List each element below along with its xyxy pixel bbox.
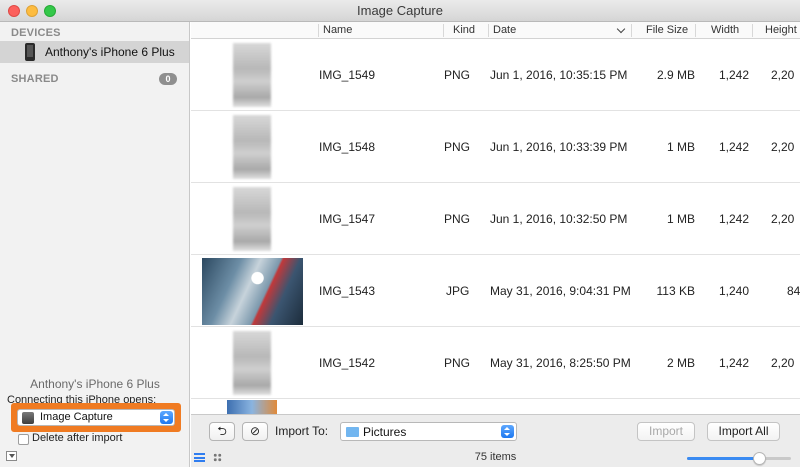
row-width: 1,242: [718, 68, 749, 82]
image-thumbnail: [233, 115, 271, 179]
row-height: 2,20: [771, 212, 795, 226]
column-header-date[interactable]: Date: [493, 24, 516, 36]
table-row[interactable]: [191, 400, 800, 414]
column-header-kind[interactable]: Kind: [453, 24, 475, 36]
row-name: IMG_1543: [319, 284, 376, 298]
table-row[interactable]: IMG_1547 PNG Jun 1, 2016, 10:32:50 PM 1 …: [191, 183, 800, 255]
row-date: Jun 1, 2016, 10:35:15 PM: [490, 68, 628, 82]
row-kind: PNG: [444, 68, 471, 82]
title-bar: Image Capture: [0, 0, 800, 22]
window-title: Image Capture: [357, 3, 443, 18]
table-row[interactable]: IMG_1549 PNG Jun 1, 2016, 10:35:15 PM 2.…: [191, 39, 800, 111]
shared-count-badge: 0: [159, 73, 177, 85]
sidebar: DEVICES Anthony's iPhone 6 Plus SHARED 0…: [0, 22, 190, 467]
sort-descending-icon: [616, 24, 626, 34]
row-width: 1,242: [718, 356, 749, 370]
column-header-height[interactable]: Height: [765, 24, 797, 36]
connect-app-select[interactable]: Image Capture: [17, 409, 175, 426]
row-kind: PNG: [444, 140, 471, 154]
image-capture-window: Image Capture DEVICES Anthony's iPhone 6…: [0, 0, 800, 467]
iphone-icon: [25, 43, 35, 61]
sidebar-device-name: Anthony's iPhone 6 Plus: [45, 45, 175, 59]
delete-after-import-label[interactable]: Delete after import: [32, 432, 122, 444]
table-row[interactable]: IMG_1542 PNG May 31, 2016, 8:25:50 PM 2 …: [191, 327, 800, 399]
row-name: IMG_1548: [319, 140, 376, 154]
image-table: Name Kind Date File Size Width Height IM…: [191, 22, 800, 414]
image-thumbnail: [233, 187, 271, 251]
row-height: 84: [787, 284, 800, 298]
row-height: 2,20: [771, 140, 795, 154]
row-kind: PNG: [444, 212, 471, 226]
row-size: 113 KB: [656, 284, 695, 298]
table-row[interactable]: IMG_1548 PNG Jun 1, 2016, 10:33:39 PM 1 …: [191, 111, 800, 183]
popup-stepper-icon: [501, 425, 514, 438]
import-destination-value: Pictures: [363, 425, 407, 439]
row-name: IMG_1547: [319, 212, 376, 226]
row-date: May 31, 2016, 8:25:50 PM: [490, 356, 631, 370]
popup-stepper-icon: [160, 411, 173, 424]
folder-icon: [346, 427, 359, 437]
table-header: Name Kind Date File Size Width Height: [191, 22, 800, 39]
device-options-button[interactable]: [6, 451, 17, 461]
selected-device-title: Anthony's iPhone 6 Plus: [30, 377, 160, 391]
row-width: 1,242: [718, 212, 749, 226]
column-header-name[interactable]: Name: [323, 24, 352, 36]
bottom-toolbar: ⮌ ⊘ Import To: Pictures Import Import Al…: [191, 414, 800, 467]
row-width: 1,240: [718, 284, 749, 298]
row-date: May 31, 2016, 9:04:31 PM: [490, 284, 631, 298]
row-size: 1 MB: [666, 140, 695, 154]
image-thumbnail: [202, 258, 303, 325]
row-size: 2 MB: [666, 356, 695, 370]
row-kind: PNG: [444, 356, 471, 370]
import-destination-select[interactable]: Pictures: [340, 422, 517, 441]
row-size: 2.9 MB: [656, 68, 695, 82]
no-entry-icon: ⊘: [249, 424, 261, 438]
slider-fill: [687, 457, 760, 460]
row-size: 1 MB: [666, 212, 695, 226]
image-thumbnail: [233, 331, 271, 395]
slider-knob[interactable]: [753, 452, 766, 465]
delete-button[interactable]: ⊘: [242, 422, 268, 441]
connect-app-value: Image Capture: [40, 411, 113, 423]
connect-app-highlight: Image Capture: [11, 403, 181, 432]
row-name: IMG_1549: [319, 68, 376, 82]
rotate-left-button[interactable]: ⮌: [209, 422, 235, 441]
row-height: 2,20: [771, 68, 795, 82]
image-thumbnail: [227, 400, 277, 414]
rotate-left-icon: ⮌: [217, 424, 227, 438]
image-thumbnail: [233, 43, 271, 107]
row-date: Jun 1, 2016, 10:32:50 PM: [490, 212, 628, 226]
import-all-button[interactable]: Import All: [707, 422, 780, 441]
import-to-label: Import To:: [275, 424, 329, 438]
row-kind: JPG: [446, 284, 470, 298]
shared-section-label: SHARED: [11, 73, 59, 85]
row-width: 1,242: [718, 140, 749, 154]
column-header-width[interactable]: Width: [711, 24, 739, 36]
devices-section-label: DEVICES: [11, 27, 61, 39]
import-button[interactable]: Import: [637, 422, 695, 441]
row-height: 2,20: [771, 356, 795, 370]
row-name: IMG_1542: [319, 356, 376, 370]
table-row[interactable]: IMG_1543 JPG May 31, 2016, 9:04:31 PM 11…: [191, 255, 800, 327]
sidebar-item-device[interactable]: Anthony's iPhone 6 Plus: [0, 41, 189, 63]
column-header-file-size[interactable]: File Size: [646, 24, 688, 36]
row-date: Jun 1, 2016, 10:33:39 PM: [490, 140, 628, 154]
delete-after-import-checkbox[interactable]: [18, 434, 29, 445]
image-capture-app-icon: [22, 412, 34, 424]
thumbnail-size-slider[interactable]: [687, 452, 791, 465]
